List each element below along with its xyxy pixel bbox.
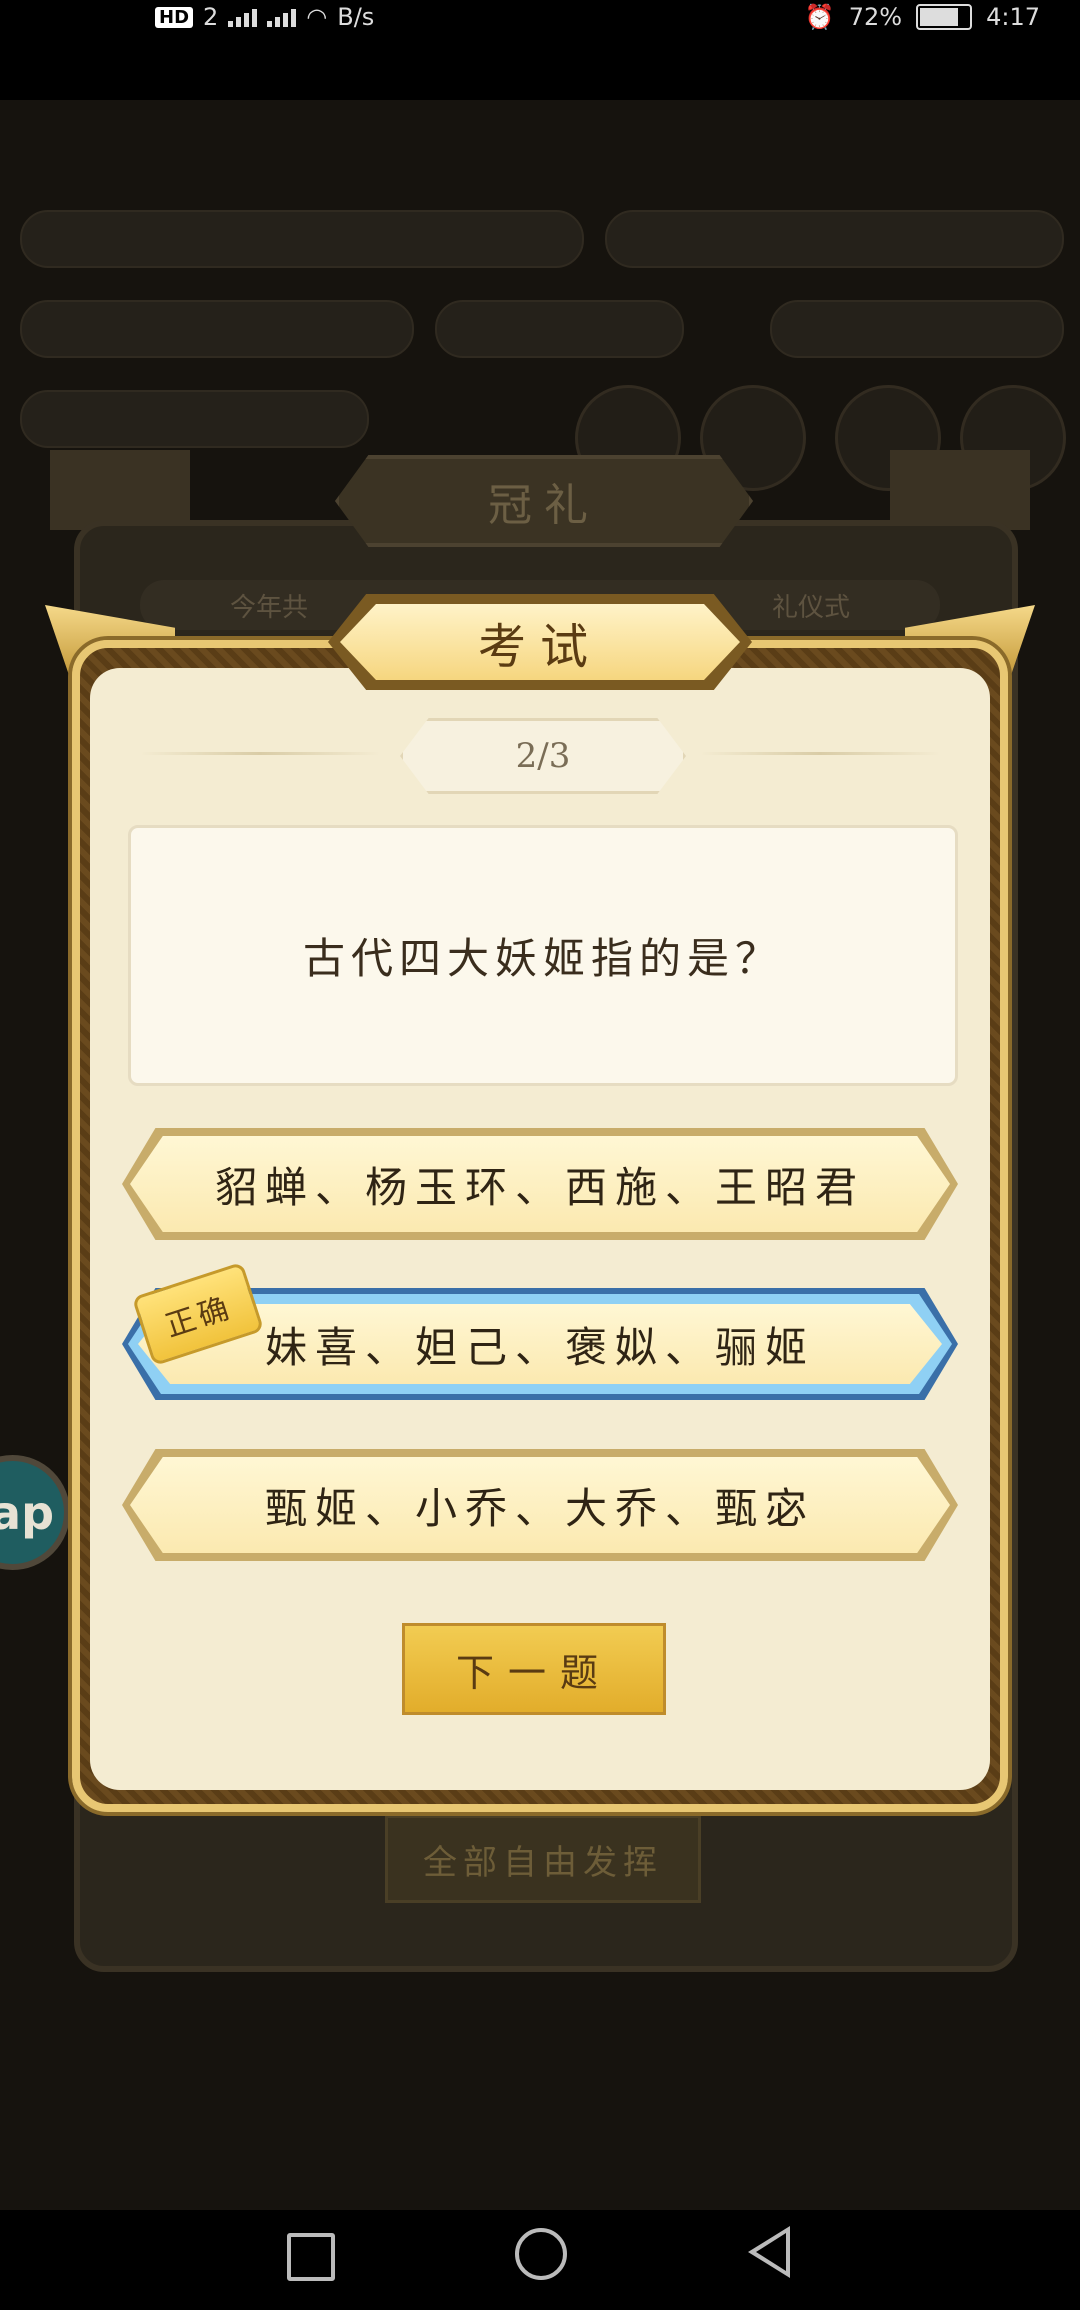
- option-label: 甄姬、小乔、大乔、甄宓: [130, 1457, 950, 1553]
- progress-divider-right: [700, 752, 940, 755]
- signal-icon-2: [267, 7, 297, 27]
- clock: 4:17: [986, 3, 1040, 31]
- bg-ceremony-title: 冠礼: [335, 455, 753, 547]
- network-speed: B/s: [337, 3, 375, 31]
- bg-bar: [435, 300, 684, 358]
- battery-percent: 72%: [848, 3, 903, 31]
- status-bar: HD 2 ◠ B/s ⏰ 72% 4:17: [0, 0, 1080, 100]
- bg-bar: [20, 300, 414, 358]
- progress-counter: 2/3: [400, 718, 686, 794]
- bg-bar: [605, 210, 1064, 268]
- bg-bar: [20, 210, 584, 268]
- bg-bar: [20, 390, 369, 448]
- progress-divider-left: [140, 752, 380, 755]
- status-right: ⏰ 72% 4:17: [805, 0, 1040, 34]
- next-question-button[interactable]: 下一题: [402, 1623, 666, 1715]
- answer-option-1[interactable]: 貂蝉、杨玉环、西施、王昭君: [122, 1128, 958, 1240]
- recents-button[interactable]: [287, 2233, 335, 2281]
- bg-bar: [770, 300, 1064, 358]
- question-text: 古代四大妖姬指的是？: [128, 825, 958, 1086]
- hd-indicator: HD: [155, 6, 194, 28]
- home-button[interactable]: [515, 2228, 567, 2280]
- option-label: 貂蝉、杨玉环、西施、王昭君: [130, 1136, 950, 1232]
- sim-slot: 2: [203, 3, 219, 31]
- answer-option-3[interactable]: 甄姬、小乔、大乔、甄宓: [122, 1449, 958, 1561]
- back-button[interactable]: [748, 2226, 790, 2278]
- signal-icon: [228, 7, 258, 27]
- bg-roof-left: [50, 450, 190, 530]
- alarm-icon: ⏰: [804, 3, 835, 31]
- bg-free-play-button: 全部自由发挥: [385, 1815, 701, 1903]
- status-left: HD 2 ◠ B/s: [155, 0, 374, 34]
- bg-roof-right: [890, 450, 1030, 530]
- wifi-icon: ◠: [306, 3, 328, 31]
- exam-title: 考试: [340, 604, 740, 680]
- question-progress: 2/3: [140, 718, 940, 794]
- battery-icon: [916, 4, 973, 30]
